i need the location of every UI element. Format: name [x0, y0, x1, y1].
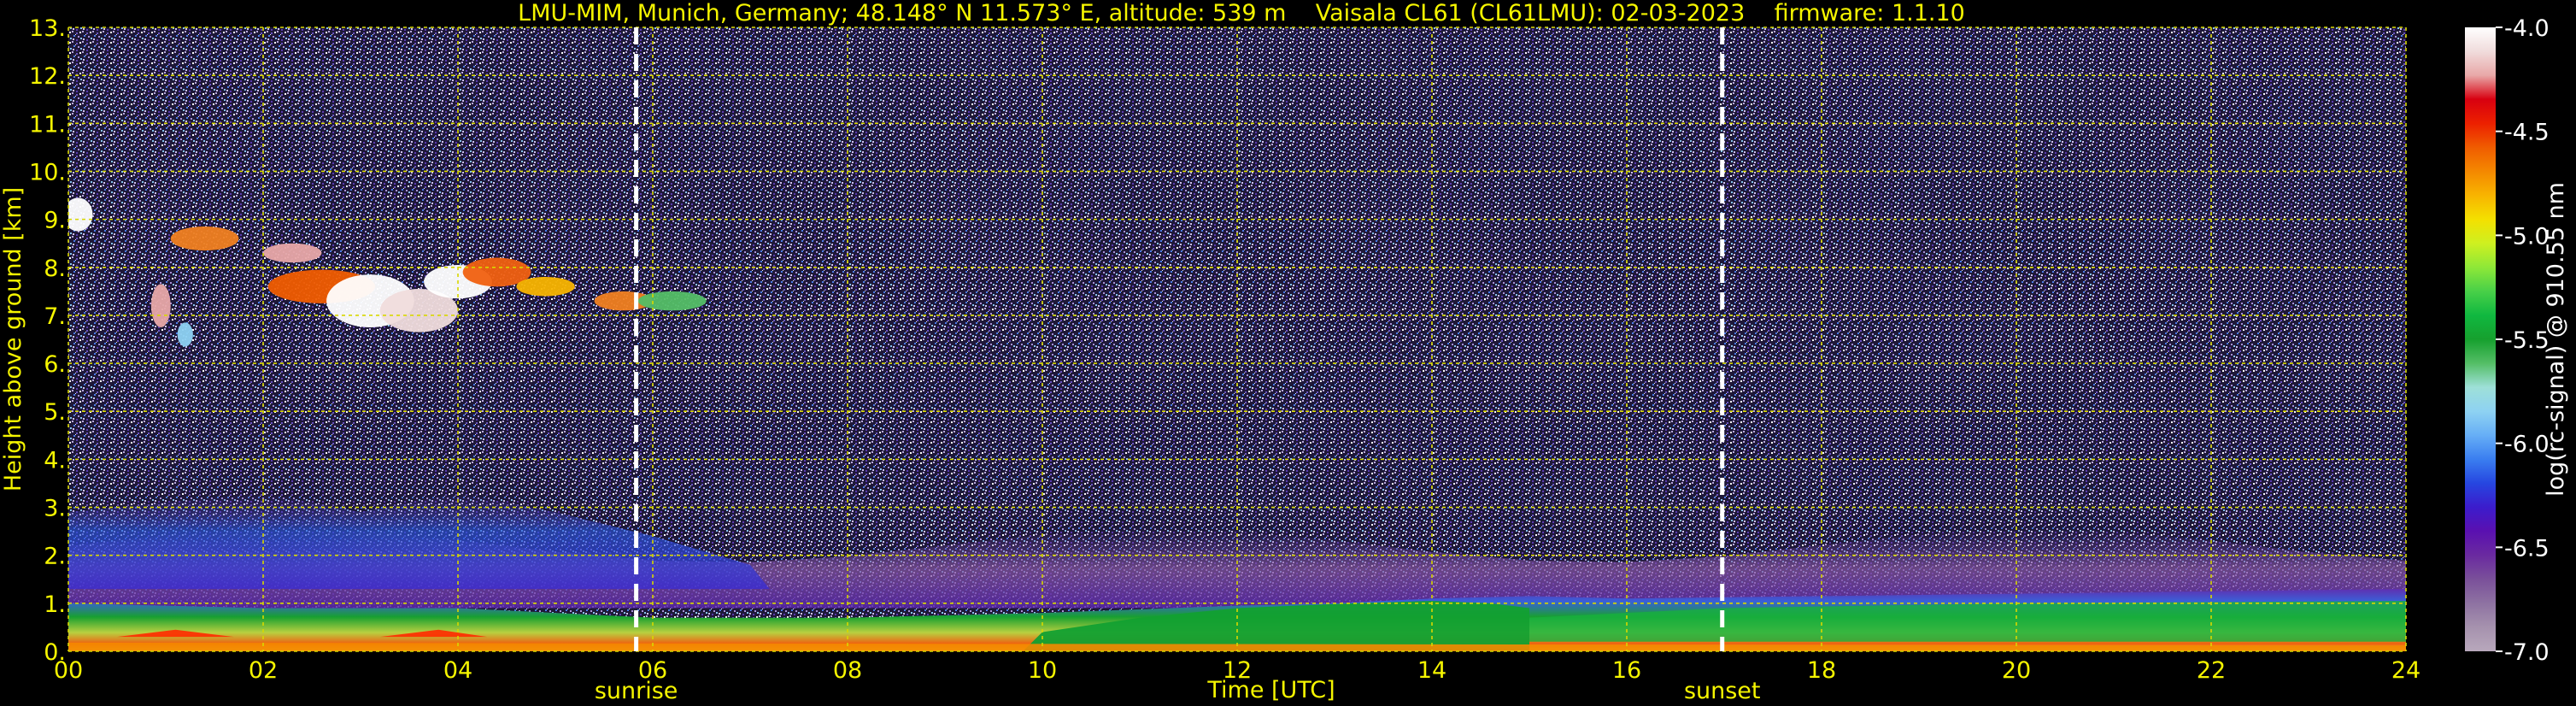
cirrus-patch-8: [516, 277, 575, 297]
cirrus-patch-11: [150, 284, 171, 327]
y-tick-label-8.: 8.: [44, 256, 66, 282]
colorbar: -7.0-6.5-6.0-5.5-5.0-4.5-4.0 log(rc-sign…: [2465, 15, 2569, 666]
y-tick-label-13.: 13.: [29, 15, 66, 42]
x-tick-label-24: 24: [2391, 657, 2421, 684]
colorbar-scale: [2465, 27, 2496, 651]
cirrus-patch-10: [637, 291, 707, 311]
y-tick-label-7.: 7.: [44, 303, 66, 330]
y-tick-label-2.: 2.: [44, 544, 66, 570]
y-tick-label-1.: 1.: [44, 591, 66, 618]
x-tick-label-20: 20: [2002, 657, 2031, 684]
y-tick-label-4.: 4.: [44, 447, 66, 474]
colorbar-label: log(rc-signal) @ 910.55 nm: [2543, 182, 2569, 497]
y-axis-label: Height above ground [km]: [0, 187, 26, 491]
colorbar-tick-label-1: -6.5: [2504, 535, 2550, 562]
y-tick-label-10.: 10.: [29, 159, 66, 185]
x-tick-label-04: 04: [443, 657, 472, 684]
x-axis-label: Time [UTC]: [1206, 677, 1335, 703]
cirrus-patch-1: [170, 227, 239, 251]
y-tick-label-11.: 11.: [29, 111, 66, 138]
x-tick-label-14: 14: [1417, 657, 1446, 684]
colorbar-tick-label-6: -4.0: [2504, 15, 2550, 42]
colorbar-tick-label-0: -7.0: [2504, 639, 2550, 666]
x-tick-label-06: 06: [638, 657, 667, 684]
plot-area: [68, 27, 2406, 651]
x-tick-label-10: 10: [1028, 657, 1057, 684]
y-tick-label-3.: 3.: [44, 496, 66, 522]
x-tick-label-18: 18: [1807, 657, 1836, 684]
cirrus-patch-2: [263, 243, 322, 263]
y-tick-label-0.: 0.: [44, 639, 66, 666]
chart-title: LMU-MIM, Munich, Germany; 48.148° N 11.5…: [518, 0, 1965, 26]
sunset-label: sunset: [1684, 678, 1761, 704]
y-tick-label-12.: 12.: [29, 63, 66, 90]
colorbar-tick-label-5: -4.5: [2504, 120, 2550, 146]
colorbar-ticks: -7.0-6.5-6.0-5.5-5.0-4.5-4.0: [2496, 15, 2550, 666]
ceilometer-chart: sunrise sunset 00 02 04 06 08 10 12 14 16 18 20 22 24…: [0, 0, 2569, 704]
x-tick-label-22: 22: [2197, 657, 2226, 684]
x-tick-label-08: 08: [833, 657, 862, 684]
y-tick-label-9.: 9.: [44, 208, 66, 234]
y-tick-label-6.: 6.: [44, 351, 66, 378]
y-tick-label-5.: 5.: [44, 399, 66, 426]
cirrus-patch-12: [177, 322, 193, 347]
x-tick-label-16: 16: [1612, 657, 1641, 684]
x-tick-label-02: 02: [249, 657, 278, 684]
